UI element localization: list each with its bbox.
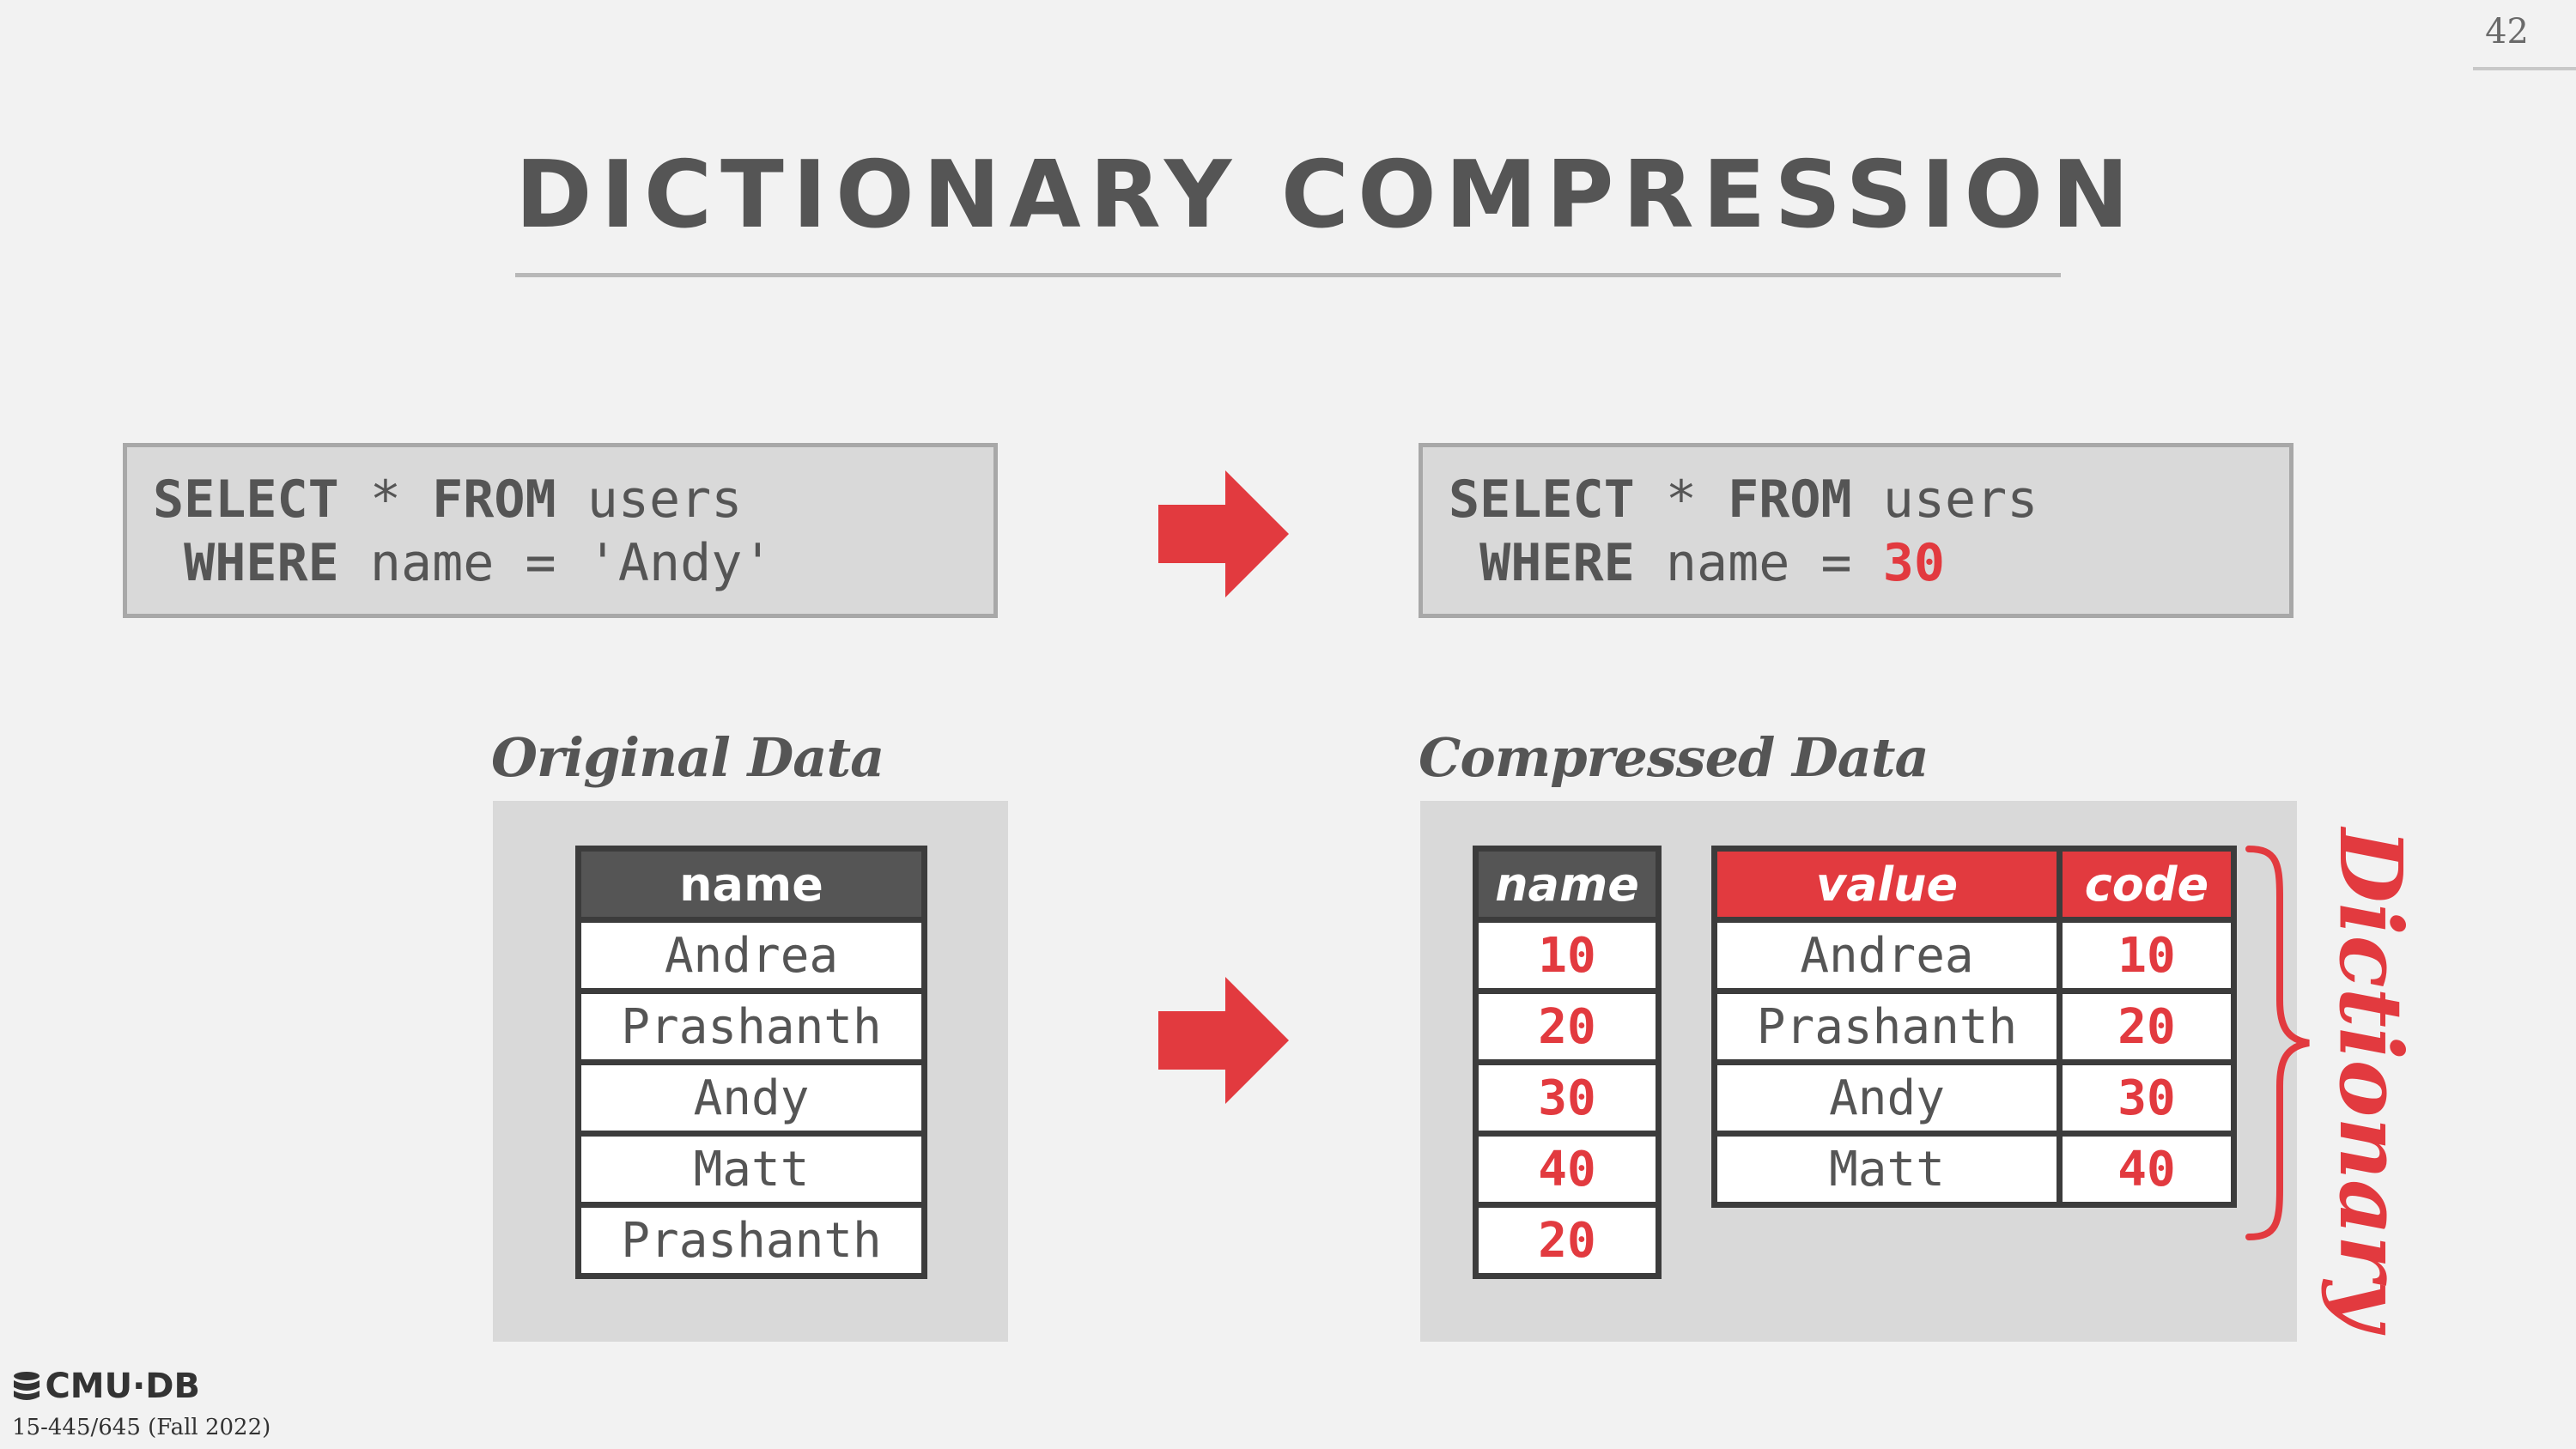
- table-row: 10: [1473, 917, 1662, 994]
- table-row: Matt: [575, 1131, 927, 1208]
- sql-text: users: [556, 470, 743, 530]
- sql-keyword-select: SELECT: [153, 470, 339, 530]
- arrow-right-icon: [1158, 470, 1289, 597]
- table-cell: Prashanth: [1711, 988, 2063, 1065]
- table-row: 40: [1473, 1131, 1662, 1208]
- sql-keyword-where: WHERE: [1449, 533, 1635, 593]
- title-underline: [515, 273, 2061, 277]
- column-header-value: value: [1711, 846, 2063, 923]
- compressed-query-box: SELECT * FROM users WHERE name = 30: [1419, 443, 2293, 618]
- table-header-row: name: [1473, 846, 1662, 923]
- table-row: Matt 40: [1711, 1131, 2237, 1208]
- logo-text: CMU·DB: [45, 1367, 200, 1406]
- dictionary-table: value code Andrea 10 Prashanth 20 Andy 3…: [1711, 846, 2237, 1208]
- course-label: 15-445/645 (Fall 2022): [12, 1415, 271, 1440]
- table-row: Prashanth: [575, 988, 927, 1065]
- table-cell: 20: [1473, 1202, 1662, 1279]
- cmu-db-logo: CMU·DB: [12, 1367, 200, 1406]
- table-row: Andrea 10: [1711, 917, 2237, 994]
- dictionary-label: Dictionary: [2320, 828, 2421, 1331]
- table-row: 30: [1473, 1059, 1662, 1137]
- sql-text: name =: [1634, 533, 1883, 593]
- table-cell: Andy: [575, 1059, 927, 1137]
- table-cell: Matt: [1711, 1131, 2063, 1208]
- sql-text: *: [338, 470, 433, 530]
- table-row: Prashanth 20: [1711, 988, 2237, 1065]
- table-row: Prashanth: [575, 1202, 927, 1279]
- table-cell: Matt: [575, 1131, 927, 1208]
- page-number: 42: [2485, 12, 2529, 52]
- compressed-table: name 10 20 30 40 20: [1473, 846, 1662, 1279]
- sql-keyword-from: FROM: [432, 470, 556, 530]
- table-cell: 10: [2057, 917, 2237, 994]
- table-cell: Prashanth: [575, 988, 927, 1065]
- sql-text: *: [1634, 470, 1728, 530]
- sql-keyword-from: FROM: [1728, 470, 1852, 530]
- table-cell: 40: [1473, 1131, 1662, 1208]
- table-cell: Andy: [1711, 1059, 2063, 1137]
- arrow-right-icon: [1158, 977, 1289, 1104]
- sql-keyword-select: SELECT: [1449, 470, 1635, 530]
- table-row: Andy: [575, 1059, 927, 1137]
- column-header-code: code: [2057, 846, 2237, 923]
- column-header-name: name: [1473, 846, 1662, 923]
- curly-brace-icon: [2245, 846, 2310, 1240]
- table-cell: 20: [2057, 988, 2237, 1065]
- table-row: 20: [1473, 988, 1662, 1065]
- sql-code-value: 30: [1882, 533, 1945, 593]
- table-cell: 10: [1473, 917, 1662, 994]
- slide-title: DICTIONARY COMPRESSION: [515, 142, 2138, 249]
- table-row: Andy 30: [1711, 1059, 2237, 1137]
- original-data-label: Original Data: [491, 726, 884, 789]
- table-cell: 20: [1473, 988, 1662, 1065]
- sql-text: name = 'Andy': [338, 533, 774, 593]
- table-row: Andrea: [575, 917, 927, 994]
- table-cell: Prashanth: [575, 1202, 927, 1279]
- table-header-row: name: [575, 846, 927, 923]
- table-cell: Andrea: [575, 917, 927, 994]
- column-header-name: name: [575, 846, 927, 923]
- table-cell: Andrea: [1711, 917, 2063, 994]
- sql-text: users: [1851, 470, 2038, 530]
- original-table: name Andrea Prashanth Andy Matt Prashant…: [575, 846, 927, 1279]
- page-number-rule: [2473, 67, 2576, 70]
- table-cell: 30: [1473, 1059, 1662, 1137]
- compressed-data-label: Compressed Data: [1419, 726, 1929, 789]
- table-row: 20: [1473, 1202, 1662, 1279]
- database-icon: [14, 1372, 39, 1400]
- table-header-row: value code: [1711, 846, 2237, 923]
- original-query-box: SELECT * FROM users WHERE name = 'Andy': [123, 443, 998, 618]
- sql-keyword-where: WHERE: [153, 533, 339, 593]
- table-cell: 30: [2057, 1059, 2237, 1137]
- table-cell: 40: [2057, 1131, 2237, 1208]
